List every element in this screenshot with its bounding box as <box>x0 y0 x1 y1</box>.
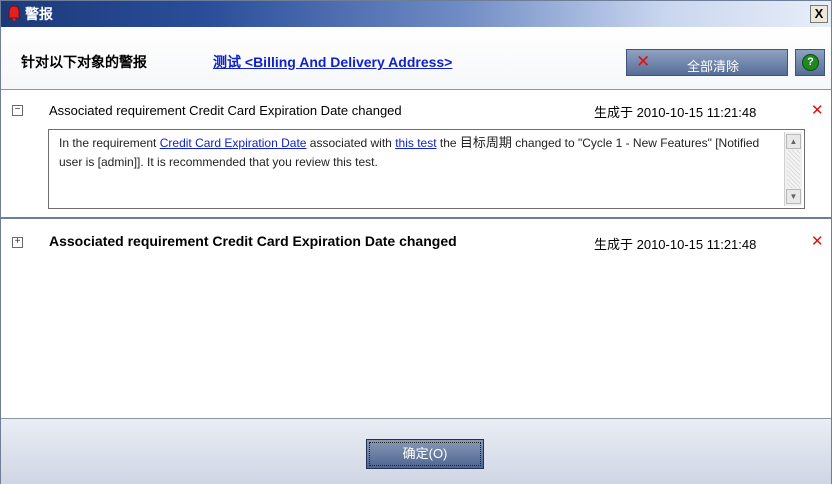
expand-icon[interactable]: + <box>12 237 23 248</box>
alert-generated-time: 生成于 2010-10-15 11:21:48 <box>594 105 757 120</box>
message-scrollbar[interactable]: ▲ ▼ <box>784 132 802 206</box>
help-button[interactable]: ? <box>795 49 825 76</box>
scroll-up-icon[interactable]: ▲ <box>786 134 801 149</box>
alert-divider <box>1 217 831 219</box>
alert-generated-time: 生成于 2010-10-15 11:21:48 <box>594 237 757 252</box>
requirement-link[interactable]: Credit Card Expiration Date <box>160 136 307 150</box>
scroll-track[interactable] <box>787 150 800 188</box>
test-link[interactable]: 测试 <Billing And Delivery Address> <box>213 52 452 72</box>
scroll-down-icon[interactable]: ▼ <box>786 189 801 204</box>
ok-button[interactable]: 确定(O) <box>366 439 484 469</box>
dialog-footer: 确定(O) <box>1 418 831 484</box>
window-title: 警报 <box>25 6 53 22</box>
close-icon: X <box>814 6 824 21</box>
message-text: associated with <box>306 136 396 150</box>
help-icon: ? <box>802 54 819 71</box>
close-button[interactable]: X <box>810 5 828 23</box>
alerts-dialog: 警报 X 针对以下对象的警报 测试 <Billing And Delivery … <box>0 0 832 484</box>
title-bar[interactable]: 警报 X <box>1 1 831 27</box>
message-text: the <box>436 136 460 150</box>
delete-alert-x-icon[interactable]: ✕ <box>811 232 824 250</box>
this-test-link[interactable]: this test <box>395 136 436 150</box>
alert-message: In the requirement Credit Card Expiratio… <box>59 133 777 172</box>
alert-message-box[interactable]: In the requirement Credit Card Expiratio… <box>48 129 805 209</box>
message-field-name: 目标周期 <box>459 135 512 150</box>
alert-bell-icon <box>7 5 21 21</box>
clear-all-label: 全部清除 <box>687 59 740 74</box>
delete-alert-x-icon[interactable]: ✕ <box>811 101 824 119</box>
alert-title: Associated requirement Credit Card Expir… <box>49 233 457 249</box>
collapse-icon[interactable]: − <box>12 105 23 116</box>
header-label: 针对以下对象的警报 <box>21 54 147 70</box>
clear-all-button[interactable]: ✕ 全部清除 <box>626 49 788 76</box>
message-text: In the requirement <box>59 136 160 150</box>
clear-all-x-icon: ✕ <box>636 52 651 71</box>
alert-title: Associated requirement Credit Card Expir… <box>49 103 402 118</box>
